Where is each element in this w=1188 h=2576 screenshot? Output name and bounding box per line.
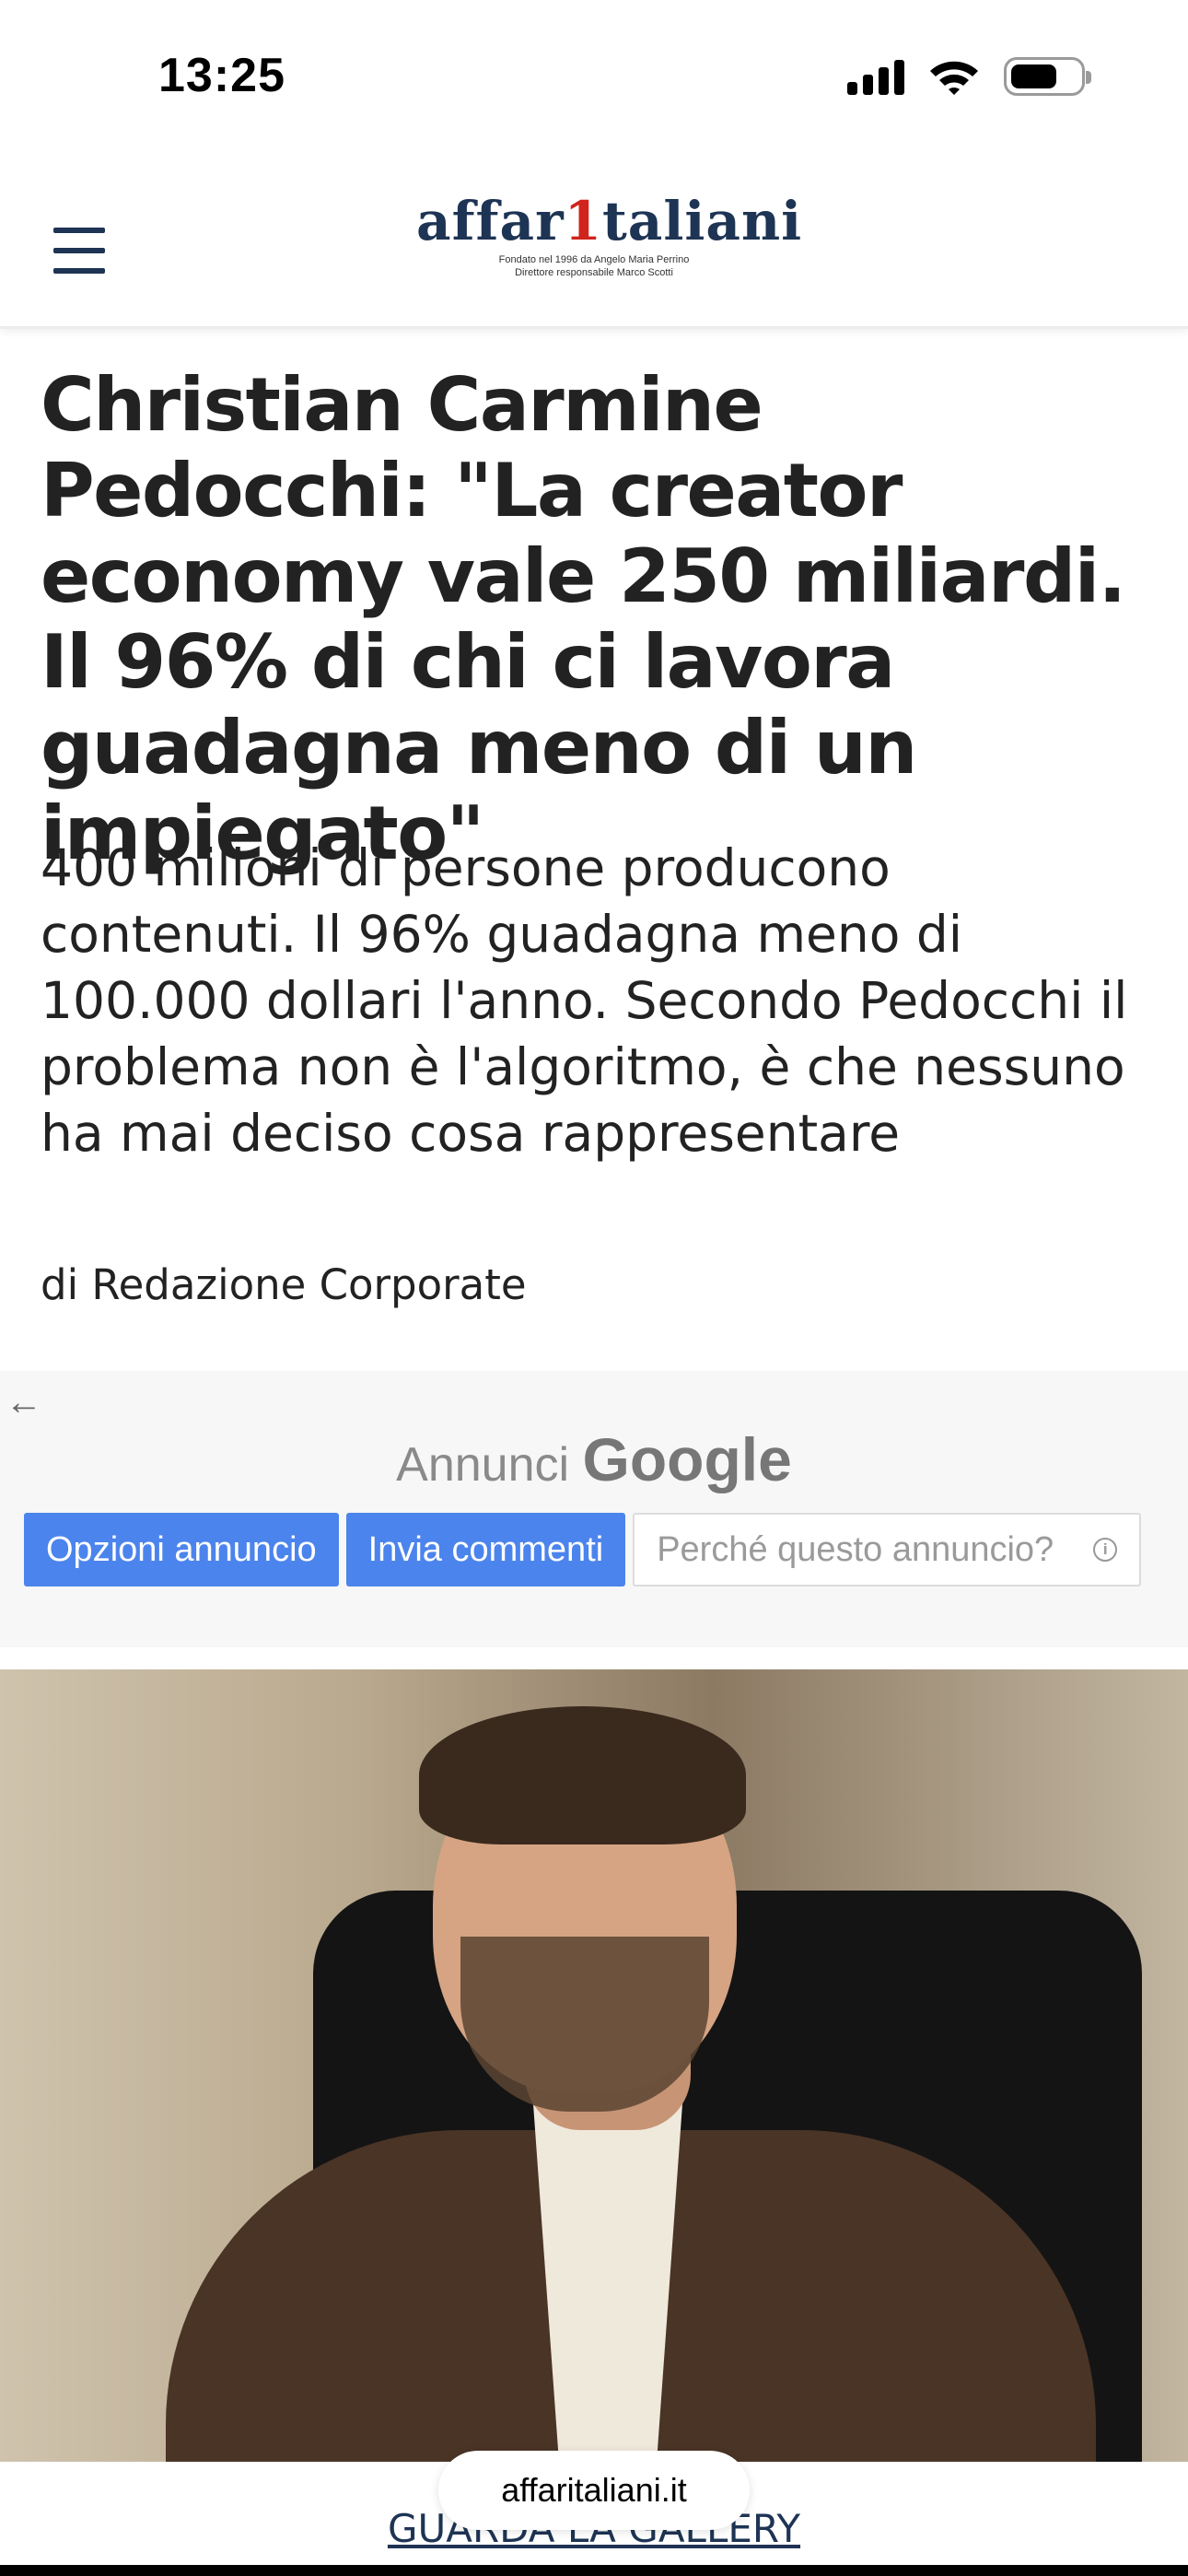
bottom-edge <box>0 2565 1188 2576</box>
status-time: 13:25 <box>158 49 285 102</box>
hamburger-menu-icon[interactable] <box>53 228 105 274</box>
wifi-icon <box>930 61 978 95</box>
ad-title: Annunci Google <box>0 1424 1188 1494</box>
article-photo[interactable] <box>0 1669 1188 2462</box>
logo-founder-line: Fondato nel 1996 da Angelo Maria Perrino <box>498 254 690 265</box>
google-logo: Google <box>582 1425 792 1493</box>
ad-buttons: Opzioni annuncio Invia commenti Perché q… <box>24 1513 1142 1587</box>
battery-icon <box>1004 57 1091 96</box>
article-byline[interactable]: di Redazione Corporate <box>41 1260 527 1309</box>
article-subtitle: 400 milioni di persone producono contenu… <box>41 838 1128 1163</box>
why-this-ad-label: Perché questo annuncio? <box>657 1529 1054 1569</box>
ad-label: Annunci <box>396 1438 570 1492</box>
info-icon: i <box>1093 1538 1118 1562</box>
site-logo[interactable]: affar1taliani Fondato nel 1996 da Angelo… <box>416 189 803 279</box>
cellular-signal-icon <box>847 58 904 95</box>
back-arrow-icon[interactable]: ← <box>6 1382 42 1423</box>
browser-url-pill[interactable]: affaritaliani.it <box>438 2451 750 2530</box>
ad-options-button[interactable]: Opzioni annuncio <box>24 1513 339 1587</box>
google-ad-feedback: ← Annunci Google Opzioni annuncio Invia … <box>0 1371 1188 1647</box>
site-header: affar1taliani Fondato nel 1996 da Angelo… <box>0 161 1188 329</box>
status-icons <box>847 57 1091 96</box>
article-headline: Christian Carmine Pedocchi: "La creator … <box>41 362 1126 876</box>
why-this-ad-button[interactable]: Perché questo annuncio? i <box>633 1513 1142 1587</box>
status-bar: 13:25 <box>0 0 1188 161</box>
send-feedback-button[interactable]: Invia commenti <box>345 1513 626 1587</box>
logo-wordmark: affar1taliani <box>416 190 803 252</box>
logo-director-line: Direttore responsabile Marco Scotti <box>515 267 673 278</box>
